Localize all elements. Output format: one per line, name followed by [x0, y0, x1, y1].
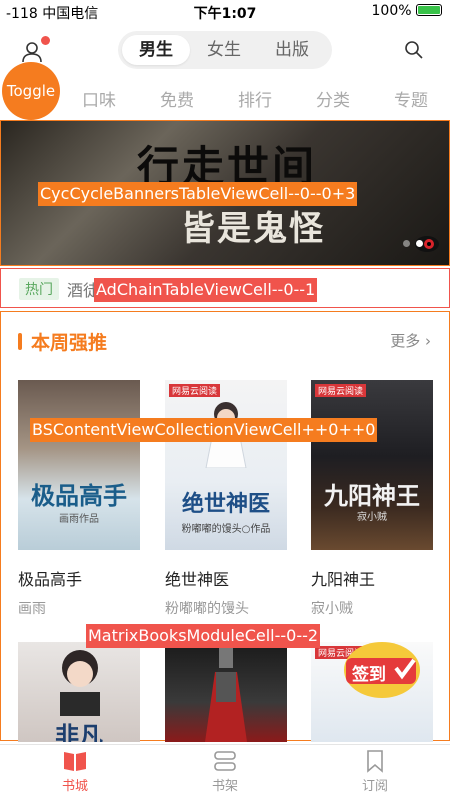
matrix-debug-label: MatrixBooksModuleCell--0--2	[86, 624, 321, 648]
bottom-tab-bar: 书城 书架 订阅	[0, 744, 450, 800]
book-card[interactable]: 网易云阅读 绝世神医 粉嘟嘟的馒头○作品 绝世神医 粉嘟嘟的馒头	[165, 380, 287, 618]
cover-title: 极品高手	[31, 481, 127, 510]
status-bar: -118 中国电信 下午1:07 100%	[0, 0, 450, 24]
book-cover[interactable]: 非凡	[18, 642, 140, 742]
collection-debug-label: BSContentViewCollectionViewCell++0++0	[30, 418, 378, 442]
user-icon[interactable]	[20, 40, 44, 64]
top-nav: 男生 女生 出版	[0, 28, 450, 72]
battery-icon	[416, 4, 442, 16]
notification-dot	[41, 36, 50, 45]
category-taste[interactable]: 口味	[60, 86, 138, 111]
cover-title: 非凡	[55, 721, 103, 742]
tab-subscribe[interactable]: 订阅	[300, 745, 450, 800]
segment-publish[interactable]: 出版	[258, 35, 326, 65]
tab-label: 书城	[61, 779, 88, 794]
book-card[interactable]: 网易云阅读 九阳神王 寂小贼 九阳神王 寂小贼	[311, 380, 433, 618]
segment-male[interactable]: 男生	[122, 35, 190, 65]
cover-title: 九阳神王	[324, 481, 420, 510]
bookmark-icon	[367, 750, 383, 773]
section-header: 本周强推 更多 ›	[1, 328, 450, 356]
search-icon[interactable]	[404, 40, 424, 60]
book-card[interactable]: 极品高手 画雨作品 极品高手 画雨	[18, 380, 140, 618]
publisher-tag: 网易云阅读	[169, 384, 221, 397]
hot-tag: 热门	[19, 278, 59, 300]
book-cover: 极品高手 画雨作品	[18, 380, 140, 550]
tab-bookshelf[interactable]: 书架	[150, 745, 300, 800]
character-figure	[60, 650, 100, 716]
cover-subtitle: 寂小贼	[357, 512, 387, 523]
book-cover: 网易云阅读 九阳神王 寂小贼	[311, 380, 433, 550]
segment-female[interactable]: 女生	[190, 35, 258, 65]
book-author: 粉嘟嘟的馒头	[165, 601, 249, 617]
chevron-right-icon: ›	[425, 332, 431, 350]
category-bar: 口味 免费 排行 分类 专题	[60, 86, 450, 111]
book-name: 绝世神医	[165, 570, 230, 589]
category-free[interactable]: 免费	[138, 86, 216, 111]
tab-bookstore[interactable]: 书城	[0, 745, 150, 800]
battery-percent: 100%	[371, 3, 412, 19]
page-indicator	[403, 240, 423, 247]
bookshelf-icon	[214, 751, 236, 771]
publisher-tag: 网易云阅读	[315, 384, 367, 397]
battery-indicator: 100%	[372, 3, 442, 19]
more-label: 更多	[390, 332, 421, 350]
category-topic[interactable]: 专题	[372, 86, 450, 111]
more-link[interactable]: 更多 ›	[390, 330, 431, 351]
gender-segmented-control[interactable]: 男生 女生 出版	[118, 31, 332, 69]
signin-label: 签到	[352, 665, 386, 685]
book-open-icon	[64, 752, 86, 771]
book-cover: 网易云阅读 绝世神医 粉嘟嘟的馒头○作品	[165, 380, 287, 550]
book-cover[interactable]	[165, 642, 287, 742]
signin-badge[interactable]: 签到	[342, 638, 422, 702]
section-title: 本周强推	[31, 332, 108, 354]
warrior-figure	[205, 648, 247, 742]
book-name: 极品高手	[18, 570, 83, 589]
toggle-button[interactable]: Toggle	[2, 62, 60, 120]
banner-debug-label: CycCycleBannersTableViewCell--0--0+3	[38, 182, 358, 206]
cover-subtitle: 画雨作品	[59, 514, 99, 525]
section-accent-bar	[18, 333, 22, 350]
category-rank[interactable]: 排行	[216, 86, 294, 111]
tab-label: 订阅	[361, 779, 388, 794]
category-sort[interactable]: 分类	[294, 86, 372, 111]
book-author: 画雨	[18, 601, 46, 617]
banner-title-line2: 皆是鬼怪	[181, 209, 325, 249]
tab-label: 书架	[211, 779, 238, 794]
cover-title: 绝世神医	[181, 491, 270, 517]
cover-subtitle: 粉嘟嘟的馒头○作品	[181, 524, 271, 535]
adchain-debug-label: AdChainTableViewCell--0--1	[94, 278, 318, 302]
book-name: 九阳神王	[311, 570, 376, 589]
book-author: 寂小贼	[311, 601, 353, 617]
